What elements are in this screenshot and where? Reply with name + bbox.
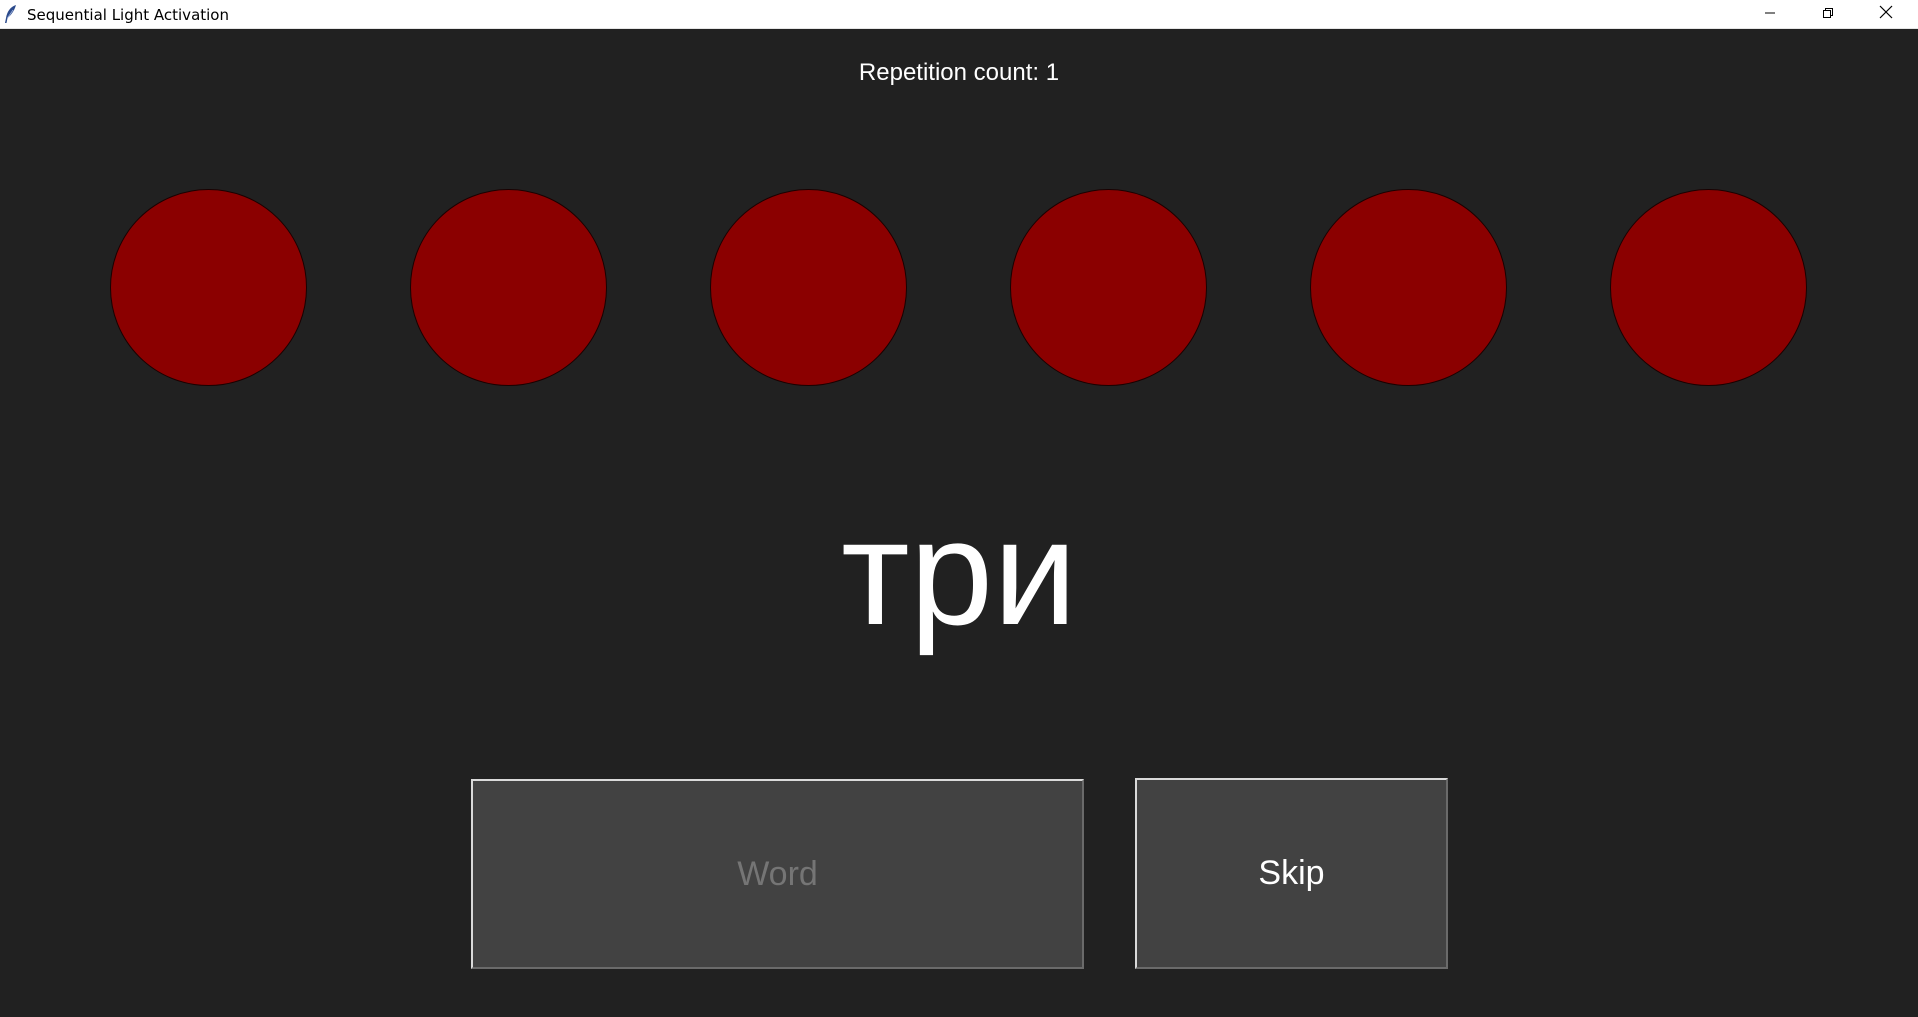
light-4 xyxy=(1010,189,1207,386)
current-word: три xyxy=(841,488,1077,656)
minimize-icon xyxy=(1764,6,1776,24)
word-button[interactable]: Word xyxy=(471,779,1084,969)
light-6 xyxy=(1610,189,1807,386)
restore-icon xyxy=(1822,6,1834,24)
close-icon xyxy=(1879,5,1893,24)
minimize-button[interactable] xyxy=(1741,0,1799,29)
light-2 xyxy=(410,189,607,386)
skip-button-label: Skip xyxy=(1258,854,1325,892)
word-button-label: Word xyxy=(737,854,818,893)
skip-button[interactable]: Skip xyxy=(1135,778,1448,969)
current-word-container: три xyxy=(0,488,1918,679)
main-window: Repetition count: 1 три Word Skip xyxy=(0,29,1918,1017)
title-bar: Sequential Light Activation xyxy=(0,0,1918,29)
light-3 xyxy=(710,189,907,386)
repetition-count-label: Repetition count: 1 xyxy=(858,59,1060,86)
restore-button[interactable] xyxy=(1799,0,1857,29)
light-1 xyxy=(110,189,307,386)
feather-icon xyxy=(4,4,18,24)
light-5 xyxy=(1310,189,1507,386)
window-title: Sequential Light Activation xyxy=(27,6,229,24)
close-button[interactable] xyxy=(1857,0,1915,29)
